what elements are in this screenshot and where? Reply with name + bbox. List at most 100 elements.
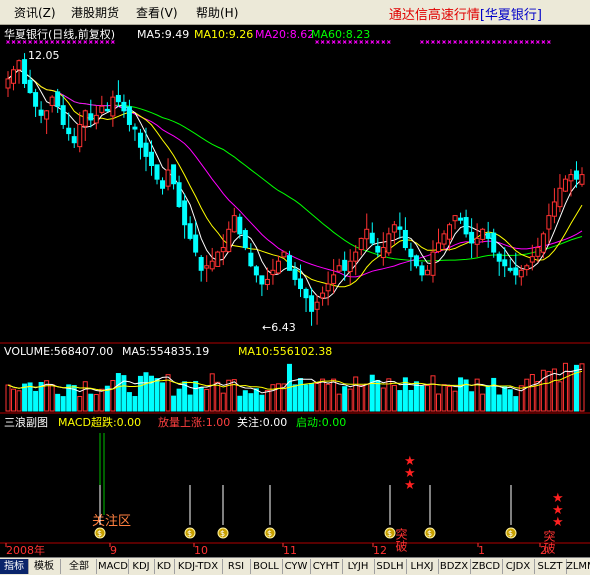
volume-bar [55,393,61,412]
volume-bar [110,380,116,412]
tab-boll[interactable]: BOLL [250,559,283,574]
volume-bar [452,390,458,412]
tab-kd[interactable]: KD [154,559,175,574]
ma5-label: MA5:9.49 [137,28,189,41]
volume-bar [248,393,254,412]
candle-body [275,260,281,274]
candle-body [463,217,469,235]
money-bag-glyph: $ [427,529,432,538]
ma60-line [7,69,583,262]
volume-bar [171,395,177,412]
tab-indicators[interactable]: 指标 [0,559,29,574]
candle-body [264,278,270,286]
volume-bar [562,362,568,412]
candle-body [474,237,480,245]
candle-body [347,260,353,273]
volume-bar [99,388,105,412]
candle-body [60,105,66,125]
volume-bar [364,383,370,412]
candle-body [579,174,585,185]
volume-bar [93,393,99,412]
candle-body [231,215,237,233]
candle-body [485,232,491,239]
volume-bar [424,385,430,412]
candle-body [568,174,574,182]
volume-bar [391,384,397,412]
candle-body [524,265,530,271]
candle-body [259,275,265,285]
ma60-label: MA60:8.23 [311,28,370,41]
tab-zbcd[interactable]: ZBCD [470,559,503,574]
candle-body [237,216,243,235]
candle-body [104,108,110,112]
candle-body [535,247,541,257]
tab-sdlh[interactable]: SDLH [374,559,407,574]
volume-bar [485,385,491,412]
candle-body [292,268,298,280]
watch-zone-label: 关注区 [92,514,131,529]
candle-body [391,224,397,233]
tab-rsi[interactable]: RSI [222,559,251,574]
candlestick-series [5,53,585,326]
volume-bar [447,386,453,412]
volume-bar [154,378,160,412]
tab-lhxj[interactable]: LHXJ [406,559,439,574]
tab-cjdx[interactable]: CJDX [502,559,535,574]
volume-bar [342,386,348,412]
volume-bar [253,388,259,412]
tab-kdj[interactable]: KDJ [128,559,155,574]
candle-body [198,257,204,271]
candle-body [82,110,88,127]
candle-body [215,251,221,267]
tab-slzt[interactable]: SLZT [534,559,567,574]
candle-body [551,201,557,217]
candle-body [165,169,171,187]
volume-bar [353,376,359,412]
window-corner-icon [546,2,590,22]
candle-body [513,267,519,276]
candle-body [491,232,497,253]
candle-body [518,269,524,278]
candle-body [182,200,188,226]
candle-body [358,237,364,251]
tab-cyht[interactable]: CYHT [310,559,343,574]
tab-zlmm[interactable]: ZLMM [566,559,590,574]
candle-body [430,251,436,276]
menu-item-view[interactable]: 查看(V) [136,4,178,21]
tab-macd[interactable]: MACD [98,559,129,574]
candle-body [226,228,232,253]
ma20-label: MA20:8.62 [255,28,314,41]
candle-body [424,269,430,276]
volume-bar [126,392,132,412]
volume-ma10-label: MA10:556102.38 [238,345,332,358]
time-label-oct: 10 [194,544,208,557]
volume-bar [513,396,519,412]
candle-body [496,253,502,262]
volume-bar [347,388,353,412]
candle-body [557,187,563,208]
volume-bars [5,362,585,412]
candle-body [110,96,116,117]
candle-body [22,59,28,84]
ma10-label: MA10:9.26 [194,28,253,41]
indicator-name: 三浪副图 [4,415,48,429]
candle-body [176,182,182,208]
tab-kdj-tdx[interactable]: KDJ-TDX [174,559,223,574]
volume-bar [187,394,193,412]
volume-bar [336,393,342,412]
candle-body [49,96,55,106]
menu-item-news[interactable]: 资讯(Z) [14,4,56,21]
volume-bar [419,385,425,412]
menu-item-help[interactable]: 帮助(H) [196,4,238,21]
tab-templates[interactable]: 模板 [28,559,61,574]
volume-bar [215,381,221,412]
tab-bdzx[interactable]: BDZX [438,559,471,574]
candle-body [55,91,61,107]
menu-item-hk-futures[interactable]: 港股期货 [71,4,119,21]
volume-bar [303,384,309,412]
tab-cyw[interactable]: CYW [282,559,311,574]
tab-lyjh[interactable]: LYJH [342,559,375,574]
volume-bar [314,382,320,412]
candle-body [248,252,254,267]
tab-all[interactable]: 全部 [62,559,97,574]
